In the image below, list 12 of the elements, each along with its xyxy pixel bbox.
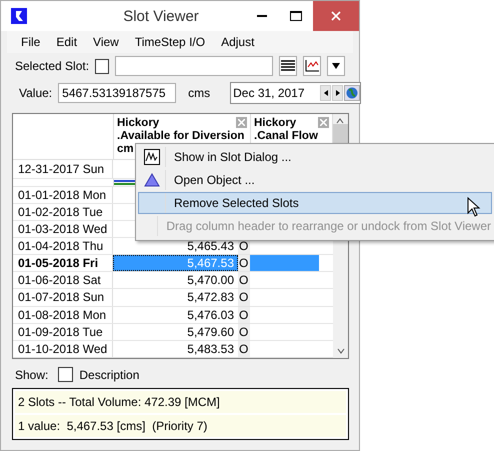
description-label: Description	[79, 368, 140, 382]
flag-cell: O	[238, 255, 250, 272]
unit-label: cms	[188, 86, 210, 100]
flag-cell: O	[238, 340, 250, 357]
flag-cell: O	[238, 272, 250, 288]
selected-slot-label: Selected Slot:	[15, 59, 90, 73]
flag-cell: O	[238, 324, 250, 340]
flag-cell: O	[238, 289, 250, 306]
window-title: Slot Viewer	[122, 8, 200, 24]
show-label: Show:	[15, 368, 48, 382]
flag-cell: O	[238, 306, 250, 323]
value-label: Value:	[19, 86, 52, 100]
